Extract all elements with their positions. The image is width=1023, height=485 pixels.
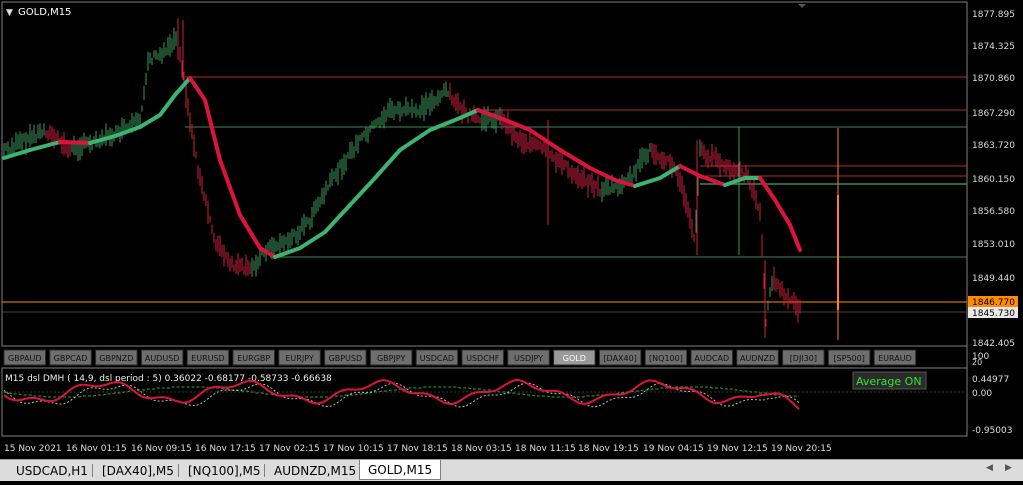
price-label: 1877.895 [972, 10, 1015, 20]
symbol-button-gold[interactable]: GOLD [553, 349, 596, 366]
symbol-button-label: GBPUSD [329, 354, 363, 363]
tab-nq100-m5[interactable]: [NQ100],M5 [188, 462, 261, 480]
symbol-button-gbpcad[interactable]: GBPCAD [49, 349, 92, 366]
tab-dax40-m5[interactable]: [DAX40],M5 [102, 462, 174, 480]
trading-chart-window[interactable]: ▼ GOLD,M15 1877.895 1874.325 1870.860 18… [0, 0, 1023, 481]
symbol-button-gbpnzd[interactable]: GBPNZD [95, 349, 138, 366]
symbol-button-eurjpy[interactable]: EURJPY [278, 349, 321, 366]
symbol-button-gbpjpy[interactable]: GBPJPY [369, 349, 413, 366]
time-label: 19 Nov 20:15 [771, 444, 832, 454]
symbol-button-label: [DJI30] [790, 354, 817, 363]
symbol-button-label: USDCAD [420, 354, 454, 363]
symbol-button-label: [SP500] [833, 354, 864, 363]
time-label: 19 Nov 04:15 [643, 444, 704, 454]
price-chart[interactable]: ▼ GOLD,M15 1877.895 1874.325 1870.860 18… [0, 0, 1023, 481]
symbol-button-gbpusd[interactable]: GBPUSD [324, 349, 367, 366]
price-label: 1849.440 [972, 274, 1015, 284]
tab-scroll-left-icon[interactable]: ◀ [986, 463, 993, 473]
symbol-button-euraud[interactable]: EURAUD [873, 349, 917, 366]
indicator-level-label: 0.00 [972, 389, 992, 399]
tab-separator [92, 464, 93, 477]
indicator-level-label: 0.44977 [972, 375, 1009, 385]
symbol-button-label: AUDNZD [740, 354, 775, 363]
tab-separator [264, 464, 265, 477]
price-label: 1842.405 [972, 339, 1015, 349]
symbol-button-label: EURAUD [878, 354, 912, 363]
symbol-button-label: GBPAUD [8, 354, 42, 363]
symbol-button-label: AUDUSD [145, 354, 180, 363]
average-on-label: Average ON [856, 375, 922, 388]
tab-scroll-right-icon[interactable]: ▶ [1005, 463, 1012, 473]
tab-separator [178, 464, 179, 477]
chart-tabs-bar: USDCAD,H1 [DAX40],M5 [NQ100],M5 AUDNZD,M… [0, 459, 1023, 481]
time-label: 19 Nov 12:15 [707, 444, 768, 454]
dropdown-arrow-icon[interactable]: ▼ [6, 8, 13, 18]
price-label: 1874.325 [972, 42, 1015, 52]
tab-audnzd-m15[interactable]: AUDNZD,M15 [274, 462, 356, 480]
indicator-level-label: -0.95003 [972, 426, 1012, 436]
time-label: 16 Nov 09:15 [131, 444, 192, 454]
symbol-button-usdcad[interactable]: USDCAD [415, 349, 459, 366]
moving-average-segment [58, 140, 92, 145]
bid-price-tag-text: 1845.730 [972, 309, 1015, 319]
chart-title: GOLD,M15 [18, 7, 71, 18]
symbol-button-label: GBPCAD [54, 354, 88, 363]
symbol-button-label: USDJPY [514, 354, 543, 363]
time-label: 16 Nov 01:15 [66, 444, 127, 454]
symbol-button-label: [NQ100] [649, 354, 683, 363]
tab-usdcad-h1[interactable]: USDCAD,H1 [16, 462, 88, 480]
symbol-button-gbpaud[interactable]: GBPAUD [3, 349, 46, 366]
symbol-button-label: GBPJPY [377, 354, 406, 363]
symbol-button-label: GBPNZD [99, 354, 133, 363]
indicator-level-label: 20 [972, 358, 982, 367]
symbol-button-usdjpy[interactable]: USDJPY [507, 349, 550, 366]
time-label: 18 Nov 19:15 [578, 444, 639, 454]
price-label: 1860.150 [972, 175, 1015, 185]
time-label: 17 Nov 02:15 [259, 444, 320, 454]
symbol-button-nq100[interactable]: [NQ100] [644, 349, 688, 366]
symbol-button-label: GOLD [563, 354, 586, 363]
symbol-button-label: EURUSD [191, 354, 225, 363]
time-label: 16 Nov 17:15 [195, 444, 256, 454]
price-label: 1853.010 [972, 240, 1015, 250]
symbol-button-audusd[interactable]: AUDUSD [140, 349, 184, 366]
symbol-button-sp500[interactable]: [SP500] [827, 349, 871, 366]
price-label: 1870.860 [972, 74, 1015, 84]
symbol-button-dji30[interactable]: [DJI30] [782, 349, 825, 366]
price-label: 1863.720 [972, 141, 1015, 151]
symbol-button-label: AUDCAD [694, 354, 729, 363]
symbol-button-audcad[interactable]: AUDCAD [690, 349, 733, 366]
time-label: 17 Nov 10:15 [323, 444, 384, 454]
orange-price-tag-text: 1846.770 [972, 298, 1015, 308]
symbol-button-eurusd[interactable]: EURUSD [186, 349, 230, 366]
time-label: 18 Nov 03:15 [451, 444, 512, 454]
time-label: 18 Nov 11:15 [515, 444, 576, 454]
price-label: 1856.580 [972, 207, 1015, 217]
tab-gold-m15[interactable]: GOLD,M15 [359, 460, 442, 480]
symbol-button-label: USDCHF [466, 354, 500, 363]
time-label: 17 Nov 18:15 [387, 444, 448, 454]
symbol-button-usdchf[interactable]: USDCHF [461, 349, 504, 366]
indicator-title: M15 dsl DMH ( 14,9, dsl period : 5) 0.36… [5, 374, 332, 384]
symbol-button-label: [DAX40] [603, 354, 636, 363]
symbol-button-eurgbp[interactable]: EURGBP [232, 349, 275, 366]
symbol-button-label: EURJPY [285, 354, 313, 363]
symbol-button-dax40[interactable]: [DAX40] [598, 349, 642, 366]
time-label: 15 Nov 2021 [4, 444, 62, 454]
price-label: 1867.290 [972, 109, 1015, 119]
symbol-button-label: EURGBP [237, 354, 270, 363]
symbol-button-audnzd[interactable]: AUDNZD [736, 349, 779, 366]
